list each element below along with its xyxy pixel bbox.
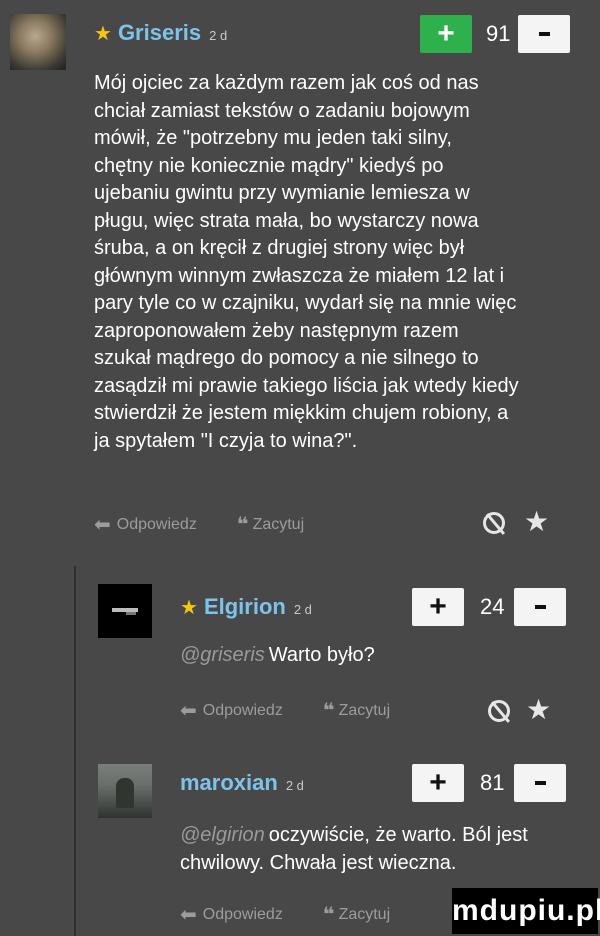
quote-button[interactable]: Zacytuj (339, 906, 391, 924)
comment-time: 2 d (209, 28, 228, 43)
comment-line: stwierdził że jestem miękkim chujem robi… (94, 402, 509, 424)
avatar-elgirion[interactable] (98, 584, 152, 638)
comment-line: ja spytałem "I czyja to wina?". (94, 429, 358, 452)
reply-icon[interactable]: ⬅ (94, 512, 111, 537)
minus-icon (535, 605, 546, 609)
favorite-star-icon[interactable]: ★ (526, 696, 551, 724)
comment-actions: ⬅ Odpowiedz ❝ Zacytuj (180, 698, 390, 723)
upvote-button[interactable]: + (412, 588, 464, 626)
reply-button[interactable]: Odpowiedz (203, 906, 283, 924)
comment-line: chciał zamiast tekstów o zadaniu bojowym (94, 99, 470, 122)
minus-icon (539, 32, 550, 36)
author-elgirion[interactable]: ★ Elgirion 2 d (180, 594, 312, 620)
quote-button[interactable]: Zacytuj (339, 702, 391, 720)
vote-count: 24 (480, 594, 505, 619)
comment-actions: ⬅ Odpowiedz ❝ Zacytuj (94, 512, 304, 537)
minus-icon (535, 781, 546, 785)
reply-button[interactable]: Odpowiedz (117, 516, 197, 534)
avatar-griseris[interactable] (10, 14, 66, 70)
quote-icon[interactable]: ❝ (323, 902, 335, 927)
avatar-maroxian[interactable] (98, 764, 152, 818)
reply-icon[interactable]: ⬅ (180, 698, 197, 723)
comment-line: szukał mądrego do pomocy a nie silnego t… (94, 347, 479, 369)
comment-line: pługu, więc strata mała, bo wystarczy no… (94, 209, 479, 232)
hide-icon[interactable] (488, 700, 510, 722)
comment-line: mówił, że "potrzebny mu jeden taki silny… (94, 127, 452, 149)
mention-link[interactable]: @griseris (180, 644, 265, 666)
featured-star-icon: ★ (180, 597, 198, 619)
comment-time: 2 d (285, 778, 304, 793)
favorite-star-icon[interactable]: ★ (524, 508, 549, 536)
comment-body: @elgirion oczywiście, że warto. Ból jest … (180, 824, 528, 874)
downvote-button[interactable] (518, 15, 570, 53)
comment-line: zasądził mi prawie takiego liścia jak wt… (94, 374, 519, 397)
comment-time: 2 d (293, 602, 312, 617)
comment-line: śruba, a on kręcił z drugiej strony więc… (94, 237, 465, 259)
comment-line: zaproponowałem żeby następnym razem (94, 319, 459, 342)
watermark-logo: mdupiu.pl (452, 888, 600, 934)
upvote-button[interactable]: + (412, 764, 464, 802)
comment-line: ujebaniu gwintu przy wymianie lemiesza w (94, 182, 470, 204)
downvote-button[interactable] (514, 588, 566, 626)
author-maroxian[interactable]: maroxian 2 d (180, 770, 304, 796)
comment-body: @griseris Warto było? (180, 644, 375, 666)
vote-count: 81 (480, 770, 505, 795)
mention-link[interactable]: @elgirion (180, 824, 265, 846)
featured-star-icon: ★ (94, 23, 112, 45)
comment-line: pary tyle co w czajniku, wydarł się na m… (94, 292, 517, 314)
vote-count: 91 (486, 21, 511, 46)
comment-line: głównym winnym zwłaszcza że miałem 12 la… (94, 264, 505, 287)
hide-icon[interactable] (483, 512, 505, 534)
thread-line (74, 566, 76, 936)
reply-icon[interactable]: ⬅ (180, 902, 197, 927)
comment-actions: ⬅ Odpowiedz ❝ Zacytuj (180, 902, 390, 927)
quote-icon[interactable]: ❝ (323, 698, 335, 723)
quote-button[interactable]: Zacytuj (253, 516, 305, 534)
reply-button[interactable]: Odpowiedz (203, 702, 283, 720)
comment-body: Mój ojciec za każdym razem jak coś od na… (94, 70, 519, 455)
comment-line: chętny nie koniecznie mądry" kiedyś po (94, 154, 444, 177)
author-griseris[interactable]: ★ Griseris 2 d (94, 20, 227, 46)
quote-icon[interactable]: ❝ (237, 512, 249, 537)
downvote-button[interactable] (514, 764, 566, 802)
upvote-button[interactable]: + (420, 15, 472, 53)
comment-line: Mój ojciec za każdym razem jak coś od na… (94, 72, 479, 94)
